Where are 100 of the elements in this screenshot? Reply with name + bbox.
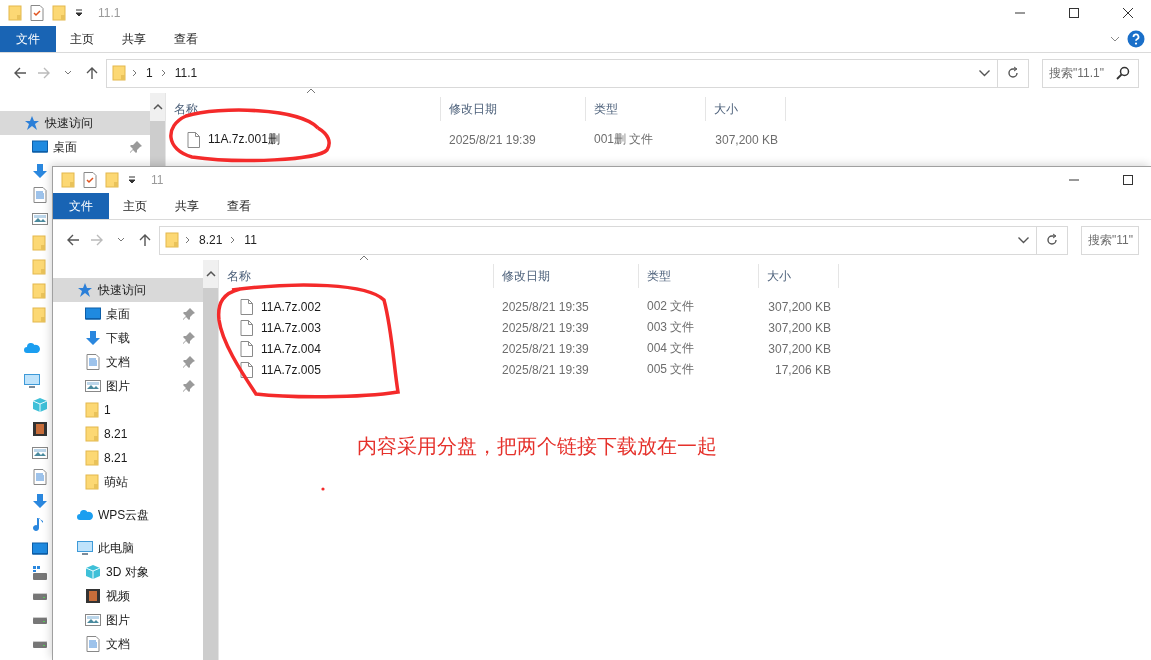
cube-icon [85, 564, 101, 580]
file-size: 307,200 KB [767, 320, 832, 335]
modified-date: 2025/8/21 19:39 [501, 362, 590, 377]
properties-icon [83, 172, 97, 188]
search-field[interactable]: 搜索"11" [1081, 225, 1139, 255]
desktop-icon [32, 139, 48, 155]
address-bar[interactable]: 8.21 11 [159, 225, 1037, 255]
sidebar-item[interactable]: 1 [53, 398, 203, 422]
file-name[interactable]: 11A.7z.004 [261, 341, 321, 356]
refresh-icon [1006, 66, 1020, 80]
folder-icon [85, 474, 99, 490]
column-header[interactable]: 大小 [706, 97, 786, 121]
sidebar-item[interactable]: 此电脑 [53, 536, 203, 560]
file-size: 307,200 KB [767, 299, 832, 314]
sidebar-item[interactable]: 视频 [53, 584, 203, 608]
annotation-dot [321, 487, 325, 491]
ribbon-tab[interactable]: 主页 [56, 26, 108, 52]
download-icon [32, 163, 48, 179]
column-header[interactable]: 类型 [639, 264, 759, 288]
breadcrumb-item[interactable]: 8.21 [197, 233, 225, 247]
column-header[interactable]: 修改日期 [441, 97, 586, 121]
search-field[interactable]: 搜索"11.1" [1042, 58, 1139, 88]
sidebar-item[interactable]: 下载 [53, 326, 203, 350]
ribbon-tab[interactable]: 共享 [108, 26, 160, 52]
file-icon [187, 131, 200, 148]
address-bar[interactable]: 1 11.1 [106, 58, 998, 88]
drive-icon [32, 641, 48, 649]
chevron-right-icon [185, 236, 191, 244]
file-icon [240, 361, 253, 378]
sidebar-item[interactable]: 3D 对象 [53, 560, 203, 584]
document-icon [32, 469, 48, 485]
folder-icon [32, 259, 46, 275]
dropdown-icon [74, 8, 84, 18]
chevron-down-icon [117, 236, 125, 244]
arrow-right-icon [37, 66, 51, 80]
column-header[interactable]: 大小 [759, 264, 839, 288]
drive-icon [32, 565, 48, 581]
modified-date: 2025/8/21 19:39 [448, 132, 537, 147]
document-icon [32, 187, 48, 203]
file-menu-button[interactable]: 文件 [53, 193, 109, 219]
file-name[interactable]: 11A.7z.002 [261, 299, 321, 314]
ribbon-tab[interactable]: 查看 [213, 193, 265, 219]
ribbon-tab[interactable]: 共享 [161, 193, 213, 219]
sidebar-item[interactable]: 8.21 [53, 422, 203, 446]
arrow-up-icon [138, 233, 152, 247]
sidebar-item[interactable]: 快速访问 [53, 278, 203, 302]
folder-icon [32, 283, 46, 299]
column-header[interactable]: 名称 [219, 264, 494, 288]
sidebar-item[interactable]: 桌面 [53, 302, 203, 326]
annotation-note: 内容采用分盘，把两个链接下载放在一起 [357, 434, 717, 459]
chevron-right-icon [230, 236, 237, 244]
film-icon [32, 421, 48, 437]
folder-icon [52, 5, 66, 21]
sidebar-item[interactable]: WPS云盘 [53, 503, 203, 527]
file-menu-button[interactable]: 文件 [0, 26, 56, 52]
file-name[interactable]: 11A.7z.003 [261, 320, 321, 335]
sidebar-item[interactable]: 桌面 [0, 135, 150, 159]
arrow-left-icon [13, 66, 27, 80]
folder-icon [61, 172, 75, 188]
refresh-button[interactable] [998, 58, 1029, 88]
computer-icon [24, 373, 40, 389]
file-name[interactable]: 11A.7z.001删 [208, 131, 280, 148]
file-type: 001删 文件 [593, 131, 655, 148]
arrow-right-icon [90, 233, 104, 247]
sidebar-item[interactable]: 图片 [53, 374, 203, 398]
dropdown-icon [127, 175, 137, 185]
file-name[interactable]: 11A.7z.005 [261, 362, 321, 377]
sidebar-item[interactable]: 文档 [53, 350, 203, 374]
column-header[interactable]: 修改日期 [494, 264, 639, 288]
folder-icon [112, 65, 126, 81]
cloud-icon [77, 507, 93, 523]
ribbon-tab[interactable]: 主页 [109, 193, 161, 219]
breadcrumb-item[interactable]: 11 [242, 233, 259, 247]
sidebar-item[interactable]: 萌站 [53, 470, 203, 494]
refresh-button[interactable] [1037, 225, 1068, 255]
ribbon-tab[interactable]: 查看 [160, 26, 212, 52]
file-type: 003 文件 [646, 319, 696, 336]
breadcrumb-item[interactable]: 11.1 [172, 66, 200, 80]
breadcrumb-item[interactable]: 1 [144, 66, 155, 80]
file-size: 307,200 KB [767, 341, 832, 356]
folder-icon [105, 172, 119, 188]
column-header[interactable]: 类型 [586, 97, 706, 121]
sidebar-item[interactable]: 文档 [53, 632, 203, 656]
file-size: 307,200 KB [714, 132, 779, 147]
folder-icon [165, 232, 179, 248]
maximize-icon [1068, 7, 1080, 19]
sidebar-item[interactable]: 8.21 [53, 446, 203, 470]
scrollbar[interactable] [203, 260, 219, 660]
file-icon [240, 340, 253, 357]
properties-icon [30, 5, 44, 21]
file-type: 004 文件 [646, 340, 696, 357]
folder-icon [32, 307, 46, 323]
star-icon [77, 282, 93, 298]
sidebar-item[interactable]: 快速访问 [0, 111, 150, 135]
sidebar-item[interactable]: 图片 [53, 608, 203, 632]
folder-icon [85, 450, 99, 466]
picture-icon [85, 378, 101, 394]
folder-icon [32, 235, 46, 251]
refresh-icon [1045, 233, 1059, 247]
modified-date: 2025/8/21 19:39 [501, 320, 590, 335]
